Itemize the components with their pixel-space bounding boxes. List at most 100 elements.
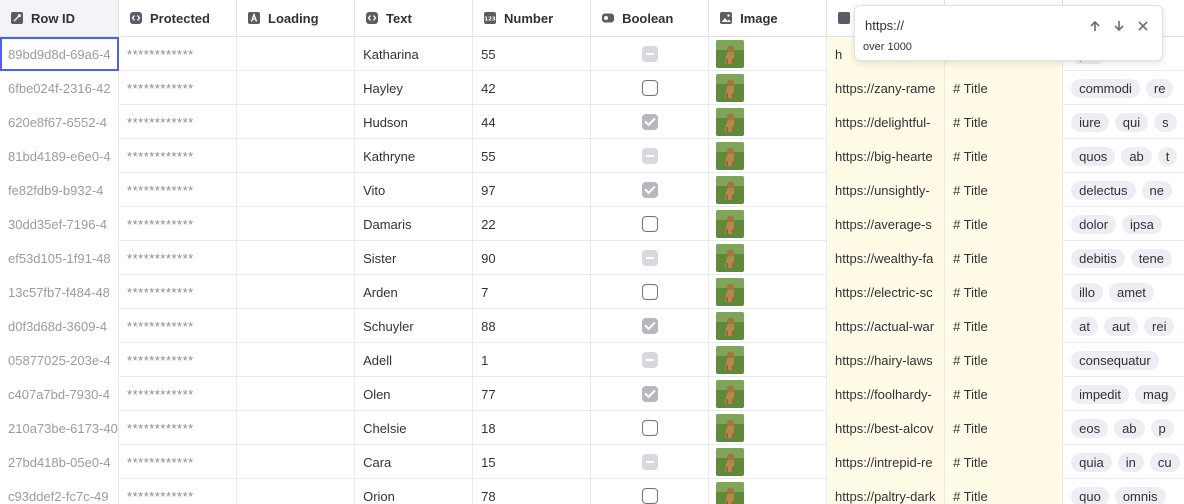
row-id-cell[interactable]: c93ddef2-fc7c-49 xyxy=(0,479,120,504)
boolean-cell[interactable] xyxy=(591,309,710,343)
uri-cell[interactable]: https://wealthy-fa xyxy=(827,241,946,275)
image-cell[interactable] xyxy=(709,71,828,105)
markdown-cell[interactable]: # Title xyxy=(945,275,1064,309)
row-id-cell[interactable]: d0f3d68d-3609-4 xyxy=(0,309,120,343)
tags-cell[interactable]: iure qui s xyxy=(1063,105,1184,139)
text-cell[interactable]: Chelsie xyxy=(355,411,474,445)
number-cell[interactable]: 1 xyxy=(473,343,592,377)
tags-cell[interactable]: debitis tene xyxy=(1063,241,1184,275)
number-cell[interactable]: 97 xyxy=(473,173,592,207)
boolean-checkbox[interactable] xyxy=(641,284,658,300)
tags-cell[interactable]: dolor ipsa xyxy=(1063,207,1184,241)
number-cell[interactable]: 18 xyxy=(473,411,592,445)
boolean-checkbox[interactable] xyxy=(641,454,658,470)
protected-cell[interactable]: ************ xyxy=(119,411,238,445)
uri-cell[interactable]: https://zany-rame xyxy=(827,71,946,105)
markdown-cell[interactable]: # Title xyxy=(945,139,1064,173)
loading-cell[interactable] xyxy=(237,445,356,479)
row-id-cell[interactable]: 620e8f67-6552-4 xyxy=(0,105,120,139)
text-cell[interactable]: Damaris xyxy=(355,207,474,241)
number-cell[interactable]: 44 xyxy=(473,105,592,139)
protected-cell[interactable]: ************ xyxy=(119,479,238,504)
column-header[interactable]: Text xyxy=(355,0,474,36)
column-header[interactable]: 123 Number xyxy=(473,0,592,36)
tags-cell[interactable]: consequatur xyxy=(1063,343,1184,377)
protected-cell[interactable]: ************ xyxy=(119,105,238,139)
column-header[interactable]: Image xyxy=(709,0,828,36)
tags-cell[interactable]: delectus ne xyxy=(1063,173,1184,207)
tags-cell[interactable]: illo amet xyxy=(1063,275,1184,309)
boolean-cell[interactable] xyxy=(591,139,710,173)
row-id-cell[interactable]: 13c57fb7-f484-48 xyxy=(0,275,120,309)
text-cell[interactable]: Hudson xyxy=(355,105,474,139)
number-cell[interactable]: 22 xyxy=(473,207,592,241)
row-id-cell[interactable]: 30dd35ef-7196-4 xyxy=(0,207,120,241)
protected-cell[interactable]: ************ xyxy=(119,71,238,105)
text-cell[interactable]: Orion xyxy=(355,479,474,504)
boolean-cell[interactable] xyxy=(591,173,710,207)
column-header[interactable]: Protected xyxy=(119,0,238,36)
loading-cell[interactable] xyxy=(237,173,356,207)
image-cell[interactable] xyxy=(709,241,828,275)
boolean-cell[interactable] xyxy=(591,377,710,411)
boolean-cell[interactable] xyxy=(591,37,710,71)
row-id-cell[interactable]: 6fbe024f-2316-42 xyxy=(0,71,120,105)
close-icon[interactable] xyxy=(1135,18,1151,34)
arrow-up-icon[interactable] xyxy=(1087,18,1103,34)
text-cell[interactable]: Schuyler xyxy=(355,309,474,343)
image-cell[interactable] xyxy=(709,207,828,241)
loading-cell[interactable] xyxy=(237,343,356,377)
image-cell[interactable] xyxy=(709,309,828,343)
number-cell[interactable]: 90 xyxy=(473,241,592,275)
protected-cell[interactable]: ************ xyxy=(119,207,238,241)
uri-cell[interactable]: https://average-s xyxy=(827,207,946,241)
text-cell[interactable]: Vito xyxy=(355,173,474,207)
loading-cell[interactable] xyxy=(237,309,356,343)
number-cell[interactable]: 55 xyxy=(473,139,592,173)
text-cell[interactable]: Olen xyxy=(355,377,474,411)
image-cell[interactable] xyxy=(709,411,828,445)
loading-cell[interactable] xyxy=(237,139,356,173)
tags-cell[interactable]: at aut rei xyxy=(1063,309,1184,343)
boolean-cell[interactable] xyxy=(591,207,710,241)
row-id-cell[interactable]: 27bd418b-05e0-4 xyxy=(0,445,120,479)
markdown-cell[interactable]: # Title xyxy=(945,241,1064,275)
markdown-cell[interactable]: # Title xyxy=(945,207,1064,241)
image-cell[interactable] xyxy=(709,479,828,504)
text-cell[interactable]: Adell xyxy=(355,343,474,377)
boolean-cell[interactable] xyxy=(591,275,710,309)
boolean-checkbox[interactable] xyxy=(641,352,658,368)
uri-cell[interactable]: https://big-hearte xyxy=(827,139,946,173)
image-cell[interactable] xyxy=(709,173,828,207)
number-cell[interactable]: 88 xyxy=(473,309,592,343)
protected-cell[interactable]: ************ xyxy=(119,445,238,479)
protected-cell[interactable]: ************ xyxy=(119,241,238,275)
boolean-cell[interactable] xyxy=(591,445,710,479)
column-header[interactable]: Boolean xyxy=(591,0,710,36)
loading-cell[interactable] xyxy=(237,377,356,411)
text-cell[interactable]: Hayley xyxy=(355,71,474,105)
uri-cell[interactable]: https://delightful- xyxy=(827,105,946,139)
boolean-checkbox[interactable] xyxy=(641,318,658,334)
boolean-cell[interactable] xyxy=(591,241,710,275)
protected-cell[interactable]: ************ xyxy=(119,173,238,207)
tags-cell[interactable]: quo omnis xyxy=(1063,479,1184,504)
image-cell[interactable] xyxy=(709,445,828,479)
boolean-checkbox[interactable] xyxy=(641,46,658,62)
row-id-cell[interactable]: 05877025-203e-4 xyxy=(0,343,120,377)
markdown-cell[interactable]: # Title xyxy=(945,479,1064,504)
row-id-cell[interactable]: 210a73be-6173-40 xyxy=(0,411,120,445)
protected-cell[interactable]: ************ xyxy=(119,343,238,377)
column-header[interactable]: Loading xyxy=(237,0,356,36)
markdown-cell[interactable]: # Title xyxy=(945,309,1064,343)
image-cell[interactable] xyxy=(709,377,828,411)
image-cell[interactable] xyxy=(709,343,828,377)
boolean-checkbox[interactable] xyxy=(641,216,658,232)
tags-cell[interactable]: quos ab t xyxy=(1063,139,1184,173)
text-cell[interactable]: Cara xyxy=(355,445,474,479)
boolean-cell[interactable] xyxy=(591,479,710,504)
number-cell[interactable]: 7 xyxy=(473,275,592,309)
loading-cell[interactable] xyxy=(237,275,356,309)
image-cell[interactable] xyxy=(709,37,828,71)
boolean-cell[interactable] xyxy=(591,343,710,377)
